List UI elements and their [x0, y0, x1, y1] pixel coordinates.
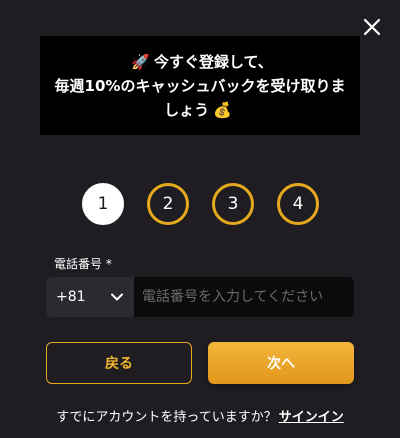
promo-line-3: しょう 💰: [164, 98, 236, 122]
step-2[interactable]: 2: [147, 183, 189, 225]
country-code-value: +81: [56, 289, 86, 305]
step-1[interactable]: 1: [82, 183, 124, 225]
promo-text-3: しょう: [164, 100, 210, 119]
promo-text-2: 毎週10%のキャッシュバックを受け取りま: [54, 76, 346, 95]
step-indicator: 1 2 3 4: [0, 183, 400, 225]
rocket-icon: 🚀: [131, 52, 150, 71]
money-bag-icon: 💰: [213, 100, 232, 119]
step-4[interactable]: 4: [277, 183, 319, 225]
promo-line-2: 毎週10%のキャッシュバックを受け取りま: [55, 74, 346, 98]
signin-link[interactable]: サインイン: [279, 410, 344, 425]
promo-line-1: 🚀 今すぐ登録して、: [127, 50, 273, 74]
chevron-down-icon: [111, 293, 123, 301]
promo-text-1: 今すぐ登録して、: [153, 52, 273, 71]
phone-input[interactable]: [134, 277, 354, 317]
phone-field: +81: [46, 277, 354, 317]
step-3[interactable]: 3: [212, 183, 254, 225]
signin-prompt-text: すでにアカウントを持っていますか？: [56, 410, 277, 425]
back-button[interactable]: 戻る: [46, 342, 192, 384]
close-icon: [363, 18, 381, 36]
close-button[interactable]: [360, 15, 384, 39]
promo-banner: 🚀 今すぐ登録して、 毎週10%のキャッシュバックを受け取りま しょう 💰: [40, 36, 360, 135]
next-button[interactable]: 次へ: [208, 342, 354, 384]
country-code-select[interactable]: +81: [46, 277, 134, 317]
phone-label: 電話番号 *: [54, 257, 112, 271]
signin-prompt: すでにアカウントを持っていますか？ サインイン: [0, 406, 400, 425]
